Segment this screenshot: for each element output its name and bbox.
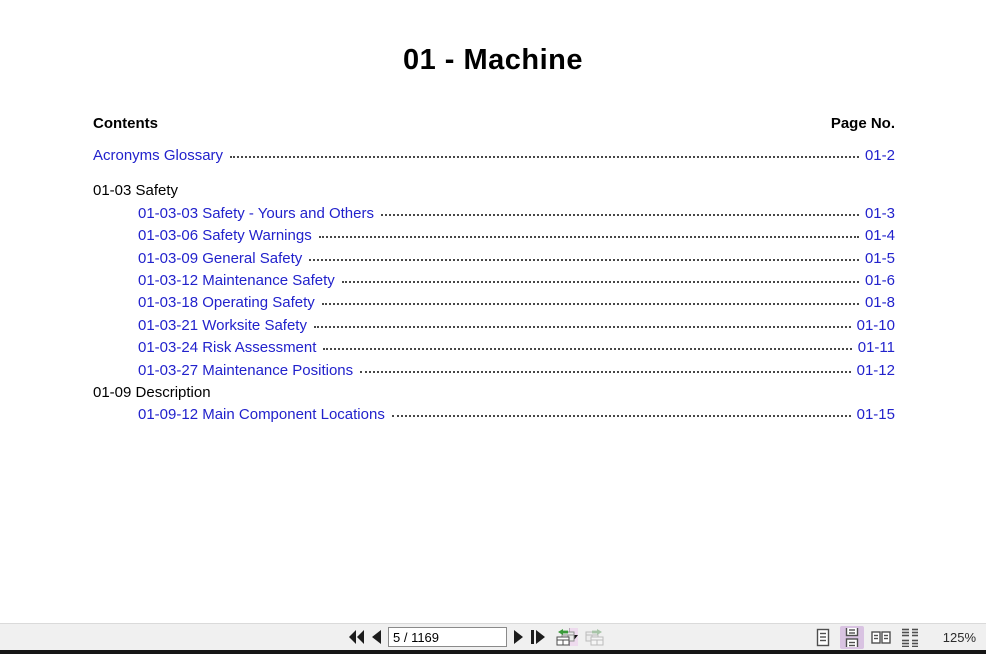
toc-entry-label: 01-09 Description bbox=[93, 383, 211, 401]
dotted-leader bbox=[380, 213, 859, 216]
continuous-page-icon bbox=[845, 627, 858, 647]
next-page-button[interactable] bbox=[513, 628, 524, 646]
continuous-facing-layout-button[interactable] bbox=[898, 626, 922, 649]
bar-right-arrow-icon bbox=[531, 630, 545, 644]
last-page-button[interactable] bbox=[530, 628, 546, 646]
dotted-leader bbox=[318, 236, 859, 239]
pdf-page: 01 - Machine Contents Page No. Acronyms … bbox=[0, 0, 986, 623]
page-navigation bbox=[348, 624, 604, 650]
dotted-leader bbox=[313, 325, 851, 328]
status-bar: 125% bbox=[0, 623, 986, 650]
dotted-leader bbox=[323, 348, 852, 351]
dotted-leader bbox=[360, 370, 851, 373]
toc-entry-label: 01-03 Safety bbox=[93, 182, 179, 200]
previous-view-button[interactable] bbox=[556, 628, 575, 646]
toc-row: 01-03-09 General Safety 01-5 bbox=[93, 250, 895, 272]
page-title: 01 - Machine bbox=[402, 44, 584, 76]
previous-view-icon bbox=[556, 628, 575, 645]
page-number-combo bbox=[388, 627, 578, 647]
first-page-button[interactable] bbox=[348, 628, 365, 646]
toc-entry-label[interactable]: 01-09-12 Main Component Locations bbox=[138, 406, 385, 423]
toc-entry-label[interactable]: 01-03-03 Safety - Yours and Others bbox=[138, 205, 374, 222]
toc-row: Acronyms Glossary 01-2 bbox=[93, 147, 895, 169]
toc-header: Contents Page No. bbox=[93, 115, 895, 132]
zoom-level: 125% bbox=[942, 629, 976, 645]
toc-entry-page[interactable]: 01-11 bbox=[858, 339, 895, 356]
toc-row: 01-09-12 Main Component Locations 01-15 bbox=[93, 406, 895, 428]
toc-row: 01-03-24 Risk Assessment 01-11 bbox=[93, 339, 895, 361]
dotted-leader bbox=[230, 156, 859, 158]
dotted-leader bbox=[309, 258, 859, 261]
toc-entry-label[interactable]: 01-03-06 Safety Warnings bbox=[138, 227, 312, 244]
toc-entry-label[interactable]: 01-03-27 Maintenance Positions bbox=[138, 362, 353, 379]
previous-page-button[interactable] bbox=[371, 628, 382, 646]
toc-entry-page[interactable]: 01-6 bbox=[865, 272, 895, 289]
right-arrow-icon bbox=[514, 630, 523, 644]
toc-entry-label[interactable]: Acronyms Glossary bbox=[93, 147, 223, 164]
dotted-leader bbox=[341, 280, 859, 283]
toc-entries: Acronyms Glossary 01-2 01-03 Safety 01-0… bbox=[93, 147, 895, 429]
toc-entry-page[interactable]: 01-4 bbox=[865, 227, 895, 244]
window-bottom-edge bbox=[0, 650, 986, 654]
toc-row: 01-03-03 Safety - Yours and Others 01-3 bbox=[93, 205, 895, 227]
toc-row: 01-03-12 Maintenance Safety 01-6 bbox=[93, 272, 895, 294]
toc-entry-page[interactable]: 01-5 bbox=[865, 250, 895, 267]
page-no-heading: Page No. bbox=[830, 115, 895, 132]
continuous-layout-button[interactable] bbox=[839, 625, 864, 649]
toc-entry-label[interactable]: 01-03-18 Operating Safety bbox=[138, 294, 315, 311]
toc-row: 01-03 Safety bbox=[93, 182, 895, 204]
toc-entry-page[interactable]: 01-10 bbox=[857, 317, 895, 334]
layout-controls: 125% bbox=[811, 624, 980, 650]
continuous-facing-icon bbox=[901, 628, 918, 647]
facing-layout-button[interactable] bbox=[869, 626, 893, 649]
contents-heading: Contents bbox=[93, 115, 158, 132]
toc-entry-page[interactable]: 01-12 bbox=[857, 362, 895, 379]
table-of-contents: Contents Page No. Acronyms Glossary 01-2… bbox=[93, 115, 895, 429]
single-page-layout-button[interactable] bbox=[811, 626, 835, 649]
toc-entry-page[interactable]: 01-3 bbox=[865, 205, 895, 222]
toc-entry-label[interactable]: 01-03-24 Risk Assessment bbox=[138, 339, 316, 356]
double-left-arrow-icon bbox=[349, 630, 364, 644]
next-view-icon bbox=[585, 628, 604, 645]
dotted-leader bbox=[391, 415, 851, 418]
toc-row: 01-03-06 Safety Warnings 01-4 bbox=[93, 227, 895, 249]
facing-pages-icon bbox=[871, 630, 891, 644]
toc-row: 01-03-18 Operating Safety 01-8 bbox=[93, 294, 895, 316]
dotted-leader bbox=[321, 303, 859, 306]
left-arrow-icon bbox=[372, 630, 381, 644]
toc-entry-label[interactable]: 01-03-09 General Safety bbox=[138, 250, 302, 267]
toc-row: 01-03-27 Maintenance Positions 01-12 bbox=[93, 362, 895, 384]
toc-entry-page[interactable]: 01-2 bbox=[865, 147, 895, 164]
toc-row: 01-09 Description bbox=[93, 384, 895, 406]
toc-entry-label[interactable]: 01-03-12 Maintenance Safety bbox=[138, 272, 335, 289]
toc-entry-label[interactable]: 01-03-21 Worksite Safety bbox=[138, 317, 307, 334]
toc-row: 01-03-21 Worksite Safety 01-10 bbox=[93, 317, 895, 339]
single-page-icon bbox=[816, 628, 829, 646]
next-view-button[interactable] bbox=[585, 628, 604, 646]
toc-entry-page[interactable]: 01-8 bbox=[865, 294, 895, 311]
toc-entry-page[interactable]: 01-15 bbox=[857, 406, 895, 423]
